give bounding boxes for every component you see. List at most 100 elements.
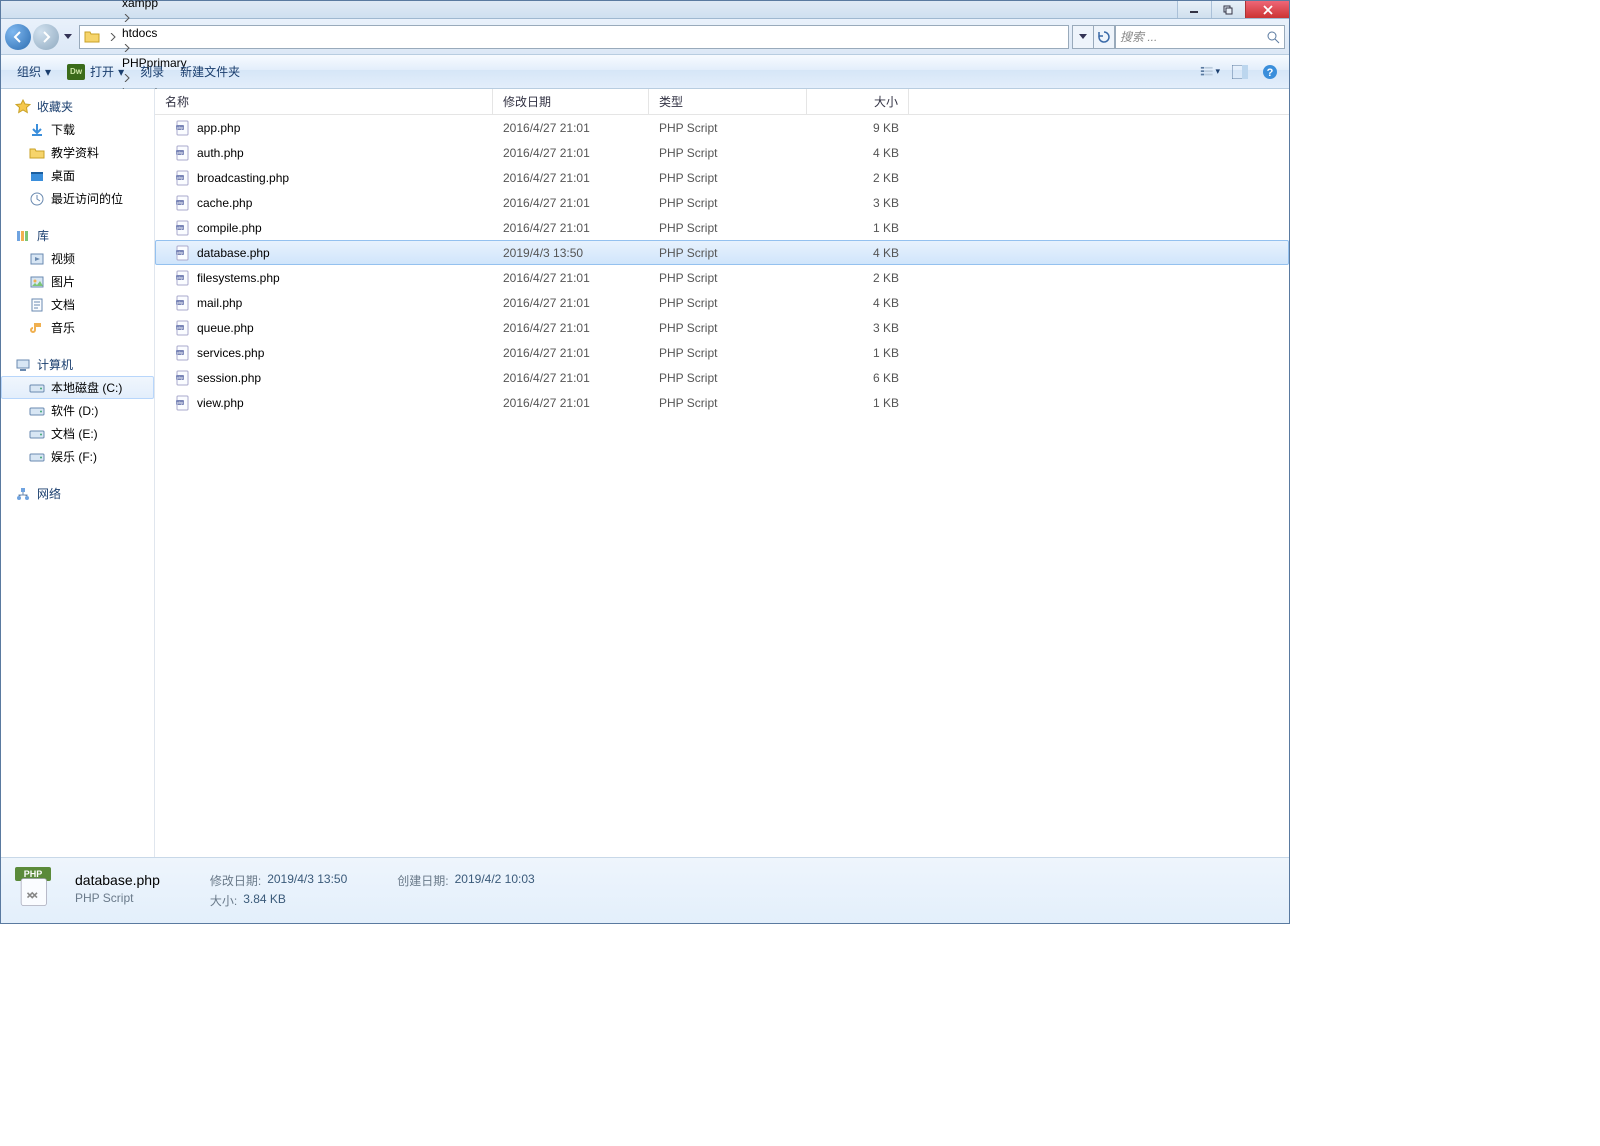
- file-row[interactable]: phpfilesystems.php2016/4/27 21:01PHP Scr…: [155, 265, 1289, 290]
- file-type: PHP Script: [649, 146, 807, 160]
- file-date: 2016/4/27 21:01: [493, 146, 649, 160]
- file-list: 名称 修改日期 类型 大小 phpapp.php2016/4/27 21:01P…: [155, 89, 1289, 857]
- navigation-bar: 计算机本地磁盘 (C:)xampphtdocsPHPprimarylaravel…: [1, 19, 1289, 55]
- file-row[interactable]: phpbroadcasting.php2016/4/27 21:01PHP Sc…: [155, 165, 1289, 190]
- refresh-button[interactable]: [1093, 25, 1115, 49]
- new-folder-button[interactable]: 新建文件夹: [172, 60, 248, 83]
- tree-favorites[interactable]: 收藏夹: [1, 95, 154, 118]
- tree-item[interactable]: 图片: [1, 270, 154, 293]
- tree-item[interactable]: 文档 (E:): [1, 422, 154, 445]
- help-button[interactable]: ?: [1259, 61, 1281, 83]
- file-name: app.php: [197, 121, 240, 135]
- file-row[interactable]: phpservices.php2016/4/27 21:01PHP Script…: [155, 340, 1289, 365]
- file-row[interactable]: phpsession.php2016/4/27 21:01PHP Script6…: [155, 365, 1289, 390]
- back-button[interactable]: [5, 24, 31, 50]
- file-name: view.php: [197, 396, 244, 410]
- organize-button[interactable]: 组织 ▾: [9, 60, 59, 83]
- file-date: 2016/4/27 21:01: [493, 396, 649, 410]
- library-icon: [15, 228, 31, 244]
- php-file-icon: php: [175, 370, 191, 386]
- breadcrumb-sep[interactable]: [106, 33, 120, 41]
- breadcrumb-sep[interactable]: [120, 14, 195, 22]
- file-size: 1 KB: [807, 396, 909, 410]
- breadcrumb-sep[interactable]: [120, 44, 195, 52]
- network-icon: [15, 486, 31, 502]
- file-size: 6 KB: [807, 371, 909, 385]
- file-type: PHP Script: [649, 196, 807, 210]
- tree-item[interactable]: 教学资料: [1, 141, 154, 164]
- file-type: PHP Script: [649, 246, 807, 260]
- svg-text:php: php: [177, 225, 184, 230]
- php-file-icon: php: [175, 220, 191, 236]
- tree-item-icon: [29, 274, 45, 290]
- svg-text:php: php: [177, 300, 184, 305]
- file-name: compile.php: [197, 221, 262, 235]
- dreamweaver-icon: Dw: [67, 64, 85, 80]
- history-dropdown[interactable]: [61, 34, 75, 40]
- view-options-button[interactable]: ▾: [1199, 61, 1221, 83]
- burn-button[interactable]: 刻录: [132, 60, 172, 83]
- file-row[interactable]: phpview.php2016/4/27 21:01PHP Script1 KB: [155, 390, 1289, 415]
- file-size: 3 KB: [807, 321, 909, 335]
- file-name: database.php: [197, 246, 270, 260]
- tree-item-icon: [29, 403, 45, 419]
- search-input[interactable]: 搜索 ...: [1115, 25, 1285, 49]
- file-type: PHP Script: [649, 371, 807, 385]
- tree-item[interactable]: 桌面: [1, 164, 154, 187]
- details-filename: database.php: [75, 872, 160, 888]
- file-row[interactable]: phpmail.php2016/4/27 21:01PHP Script4 KB: [155, 290, 1289, 315]
- breadcrumb-item[interactable]: xampp: [120, 0, 195, 14]
- php-file-icon: php: [175, 145, 191, 161]
- file-large-icon: PHP: [13, 867, 61, 915]
- file-row[interactable]: phpcache.php2016/4/27 21:01PHP Script3 K…: [155, 190, 1289, 215]
- close-button[interactable]: [1245, 1, 1289, 18]
- file-row[interactable]: phpcompile.php2016/4/27 21:01PHP Script1…: [155, 215, 1289, 240]
- file-type: PHP Script: [649, 321, 807, 335]
- file-name: queue.php: [197, 321, 254, 335]
- col-type[interactable]: 类型: [649, 89, 807, 114]
- breadcrumb-item[interactable]: htdocs: [120, 22, 195, 44]
- minimize-button[interactable]: [1177, 1, 1211, 18]
- file-row[interactable]: phpapp.php2016/4/27 21:01PHP Script9 KB: [155, 115, 1289, 140]
- search-placeholder: 搜索 ...: [1120, 28, 1266, 45]
- open-with-button[interactable]: Dw 打开 ▾: [59, 60, 132, 83]
- file-row[interactable]: phpqueue.php2016/4/27 21:01PHP Script3 K…: [155, 315, 1289, 340]
- php-file-icon: php: [175, 270, 191, 286]
- tree-item[interactable]: 文档: [1, 293, 154, 316]
- file-row[interactable]: phpdatabase.php2019/4/3 13:50PHP Script4…: [155, 240, 1289, 265]
- php-file-icon: php: [175, 170, 191, 186]
- tree-item[interactable]: 本地磁盘 (C:): [1, 376, 154, 399]
- tree-item[interactable]: 下载: [1, 118, 154, 141]
- forward-button[interactable]: [33, 24, 59, 50]
- file-type: PHP Script: [649, 296, 807, 310]
- col-date[interactable]: 修改日期: [493, 89, 649, 114]
- file-date: 2016/4/27 21:01: [493, 196, 649, 210]
- maximize-button[interactable]: [1211, 1, 1245, 18]
- tree-item[interactable]: 音乐: [1, 316, 154, 339]
- tree-computer[interactable]: 计算机: [1, 353, 154, 376]
- preview-pane-button[interactable]: [1229, 61, 1251, 83]
- file-type: PHP Script: [649, 121, 807, 135]
- svg-text:?: ?: [1267, 67, 1274, 79]
- tree-libraries[interactable]: 库: [1, 224, 154, 247]
- col-name[interactable]: 名称: [155, 89, 493, 114]
- tree-item[interactable]: 娱乐 (F:): [1, 445, 154, 468]
- tree-item[interactable]: 软件 (D:): [1, 399, 154, 422]
- php-file-icon: php: [175, 195, 191, 211]
- file-row[interactable]: phpauth.php2016/4/27 21:01PHP Script4 KB: [155, 140, 1289, 165]
- file-date: 2016/4/27 21:01: [493, 221, 649, 235]
- svg-text:php: php: [177, 275, 184, 280]
- file-date: 2016/4/27 21:01: [493, 271, 649, 285]
- php-file-icon: php: [175, 320, 191, 336]
- file-date: 2016/4/27 21:01: [493, 296, 649, 310]
- tree-network[interactable]: 网络: [1, 482, 154, 505]
- address-bar[interactable]: 计算机本地磁盘 (C:)xampphtdocsPHPprimarylaravel…: [79, 25, 1069, 49]
- navigation-tree[interactable]: 收藏夹 下载教学资料桌面最近访问的位 库 视频图片文档音乐 计算机 本地磁盘 (…: [1, 89, 155, 857]
- tree-item[interactable]: 最近访问的位: [1, 187, 154, 210]
- tree-item-icon: [29, 426, 45, 442]
- address-dropdown[interactable]: [1072, 25, 1094, 49]
- search-icon: [1266, 30, 1280, 44]
- tree-item[interactable]: 视频: [1, 247, 154, 270]
- file-name: services.php: [197, 346, 264, 360]
- col-size[interactable]: 大小: [807, 89, 909, 114]
